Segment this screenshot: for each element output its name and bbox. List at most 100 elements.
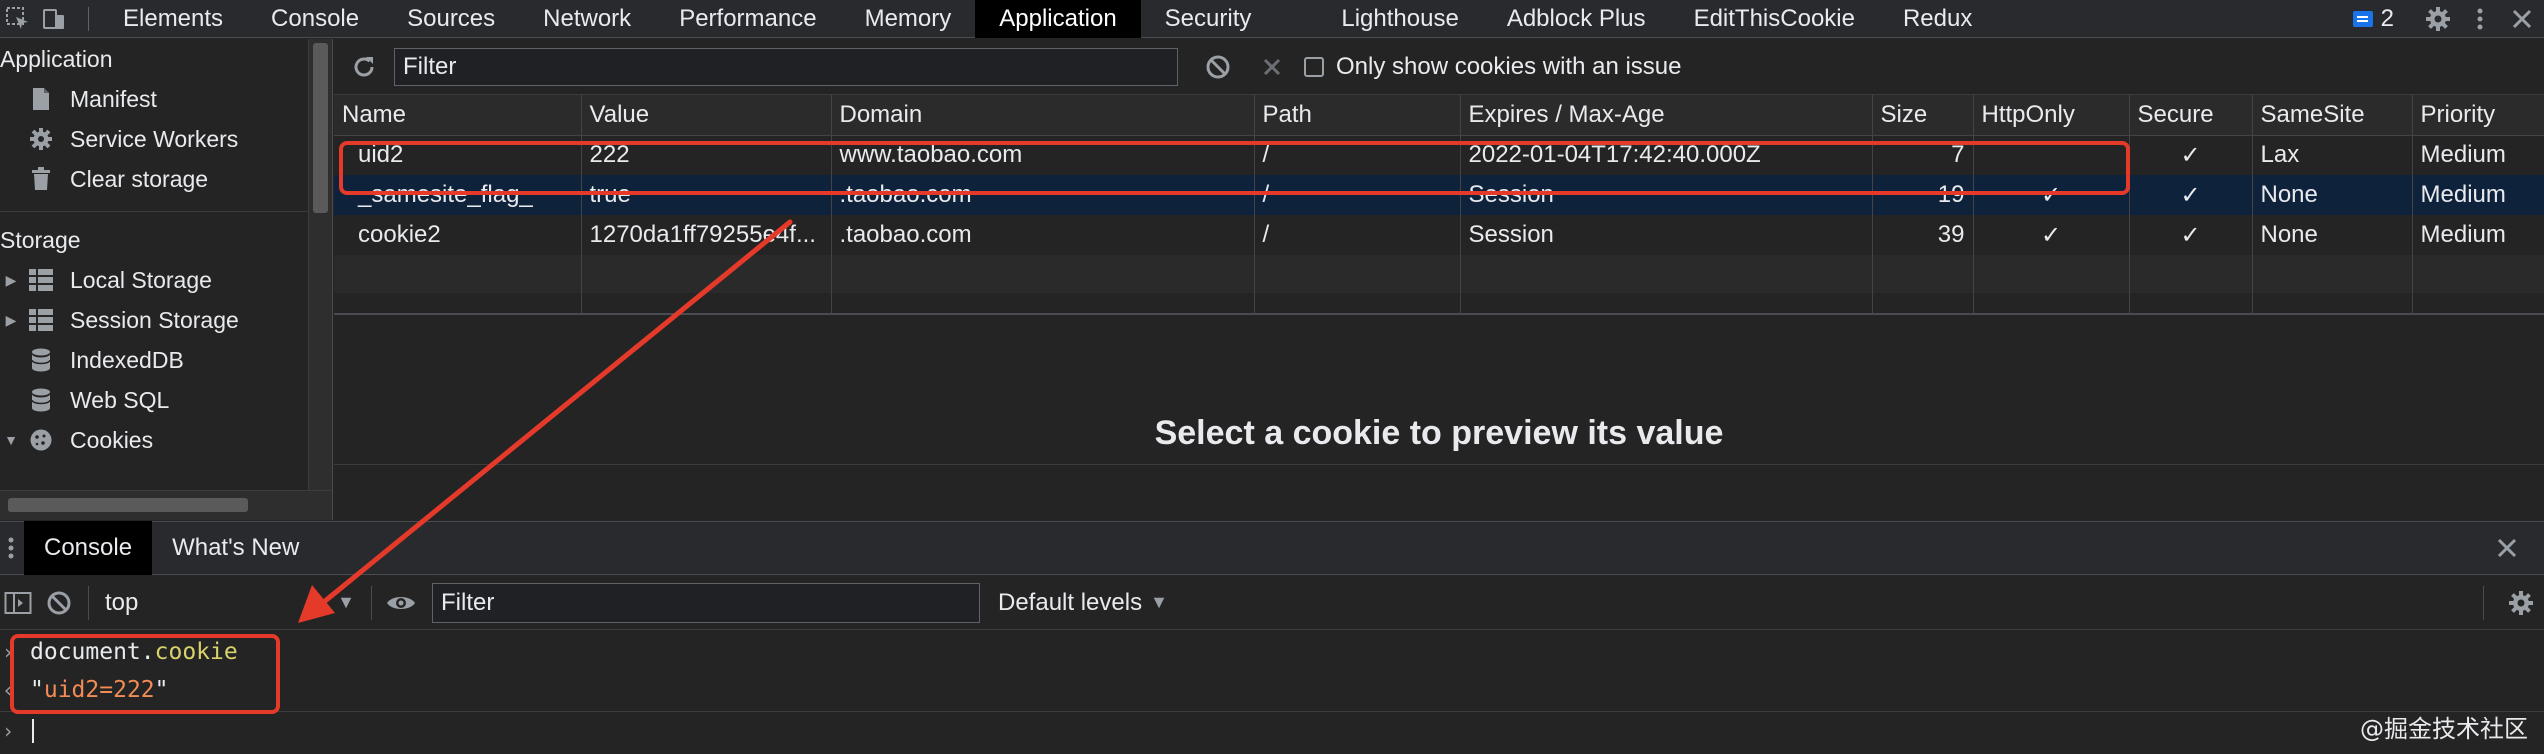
device-toolbar-icon[interactable] bbox=[36, 0, 72, 38]
clear-all-icon[interactable] bbox=[1198, 47, 1238, 87]
console-output[interactable]: › document. cookie ‹ " uid2=222 " › @掘金技术社区 bbox=[0, 631, 2544, 754]
console-input-line: › document. cookie bbox=[0, 633, 2544, 671]
cell-size: 39 bbox=[1872, 215, 1974, 255]
column-header-expires-max-age[interactable]: Expires / Max-Age bbox=[1460, 95, 1873, 136]
tab-editthiscookie[interactable]: EditThisCookie bbox=[1670, 0, 1879, 38]
sidebar-item-service-workers[interactable]: Service Workers bbox=[0, 119, 332, 159]
sidebar-item-label: Session Storage bbox=[70, 306, 239, 333]
column-header-domain[interactable]: Domain bbox=[831, 95, 1255, 136]
expand-arrow-icon[interactable]: ▶ bbox=[0, 272, 22, 289]
sidebar-item-local-storage[interactable]: ▶ Local Storage bbox=[0, 260, 332, 300]
show-sidebar-icon[interactable] bbox=[0, 576, 36, 630]
console-result-line: ‹ " uid2=222 " bbox=[2, 677, 169, 703]
close-devtools-icon[interactable] bbox=[2504, 0, 2540, 38]
more-options-icon[interactable] bbox=[2462, 0, 2498, 38]
tab-console[interactable]: Console bbox=[247, 0, 383, 38]
tab-network[interactable]: Network bbox=[519, 0, 655, 38]
column-header-name[interactable]: Name bbox=[334, 95, 582, 136]
column-header-httponly[interactable]: HttpOnly bbox=[1973, 95, 2130, 136]
column-header-secure[interactable]: Secure bbox=[2129, 95, 2253, 136]
tab-redux[interactable]: Redux bbox=[1879, 0, 1996, 38]
context-value: top bbox=[105, 588, 139, 616]
settings-gear-icon[interactable] bbox=[2420, 0, 2456, 38]
text-cursor bbox=[32, 718, 34, 743]
cookie-filter-input[interactable]: Filter bbox=[394, 47, 1178, 86]
panel-tabs: Elements Console Sources Network Performance… bbox=[99, 0, 1996, 38]
cell-httponly: ✓ bbox=[1973, 215, 2130, 255]
sidebar-item-indexeddb[interactable]: IndexedDB bbox=[0, 340, 332, 380]
only-issue-checkbox[interactable]: Only show cookies with an issue bbox=[1304, 53, 1682, 81]
cell-domain: .taobao.com bbox=[831, 215, 1255, 255]
levels-label: Default levels bbox=[998, 588, 1143, 616]
cookies-toolbar: Filter Only show cookies with an issue bbox=[334, 39, 2544, 95]
watermark: @掘金技术社区 bbox=[2360, 715, 2528, 743]
cookie-row[interactable]: cookie2 1270da1ff79255e4f... .taobao.com / S… bbox=[334, 215, 2544, 255]
document-icon bbox=[28, 86, 54, 112]
live-expression-eye-icon[interactable] bbox=[378, 576, 424, 630]
filter-placeholder: Filter bbox=[441, 588, 495, 616]
tab-adblock-plus[interactable]: Adblock Plus bbox=[1483, 0, 1670, 38]
collapse-arrow-icon[interactable]: ▼ bbox=[0, 432, 22, 448]
grid-icon bbox=[28, 267, 54, 293]
empty-row bbox=[334, 255, 2544, 293]
cookies-panel: Filter Only show cookies with an issue N… bbox=[334, 39, 2544, 520]
drawer-tab-console[interactable]: Console bbox=[24, 521, 153, 575]
cell-samesite: None bbox=[2252, 175, 2413, 215]
table-bottom-divider bbox=[334, 313, 2544, 315]
issues-badge[interactable]: 2 bbox=[2352, 5, 2394, 33]
sidebar-horizontal-scrollbar[interactable] bbox=[0, 490, 332, 520]
column-header-size[interactable]: Size bbox=[1872, 95, 1974, 136]
prompt-caret-icon: › bbox=[2, 718, 15, 743]
cookie-preview-message: Select a cookie to preview its value bbox=[1154, 414, 1724, 452]
scrollbar-thumb[interactable] bbox=[8, 498, 248, 512]
execution-context-select[interactable]: top ▼ bbox=[95, 583, 365, 623]
expand-arrow-icon[interactable]: ▶ bbox=[0, 312, 22, 329]
trash-icon bbox=[28, 166, 54, 192]
sidebar-item-session-storage[interactable]: ▶ Session Storage bbox=[0, 300, 332, 340]
tab-memory[interactable]: Memory bbox=[841, 0, 976, 38]
toolbar-divider bbox=[371, 585, 372, 620]
inspect-element-icon[interactable] bbox=[0, 0, 36, 38]
cell-priority: Medium bbox=[2412, 215, 2544, 255]
sidebar-item-manifest[interactable]: Manifest bbox=[0, 79, 332, 119]
only-issue-label: Only show cookies with an issue bbox=[1336, 52, 1682, 80]
column-header-value[interactable]: Value bbox=[581, 95, 832, 136]
refresh-icon[interactable] bbox=[344, 47, 384, 87]
close-drawer-icon[interactable] bbox=[2476, 521, 2538, 575]
sidebar-item-label: Manifest bbox=[70, 85, 157, 112]
console-filter-input[interactable]: Filter bbox=[432, 582, 980, 623]
tab-application[interactable]: Application bbox=[975, 0, 1141, 38]
drawer-tab-whats-new[interactable]: What's New bbox=[152, 521, 319, 575]
clear-console-icon[interactable] bbox=[36, 576, 82, 630]
tab-security[interactable]: Security bbox=[1141, 0, 1276, 38]
cell-priority: Medium bbox=[2412, 175, 2544, 215]
tab-sources[interactable]: Sources bbox=[383, 0, 519, 38]
cell-samesite: None bbox=[2252, 215, 2413, 255]
column-header-priority[interactable]: Priority bbox=[2412, 95, 2544, 136]
tab-lighthouse[interactable]: Lighthouse bbox=[1317, 0, 1482, 38]
cell-samesite: Lax bbox=[2252, 135, 2413, 175]
annotation-box-console bbox=[10, 634, 280, 714]
scrollbar-thumb[interactable] bbox=[313, 43, 328, 213]
console-settings-gear-icon[interactable] bbox=[2498, 576, 2544, 630]
delete-selected-icon[interactable] bbox=[1252, 47, 1292, 87]
cell-name: cookie2 bbox=[334, 215, 582, 255]
checkbox-box[interactable] bbox=[1304, 56, 1324, 77]
sidebar-item-web-sql[interactable]: Web SQL bbox=[0, 380, 332, 420]
toolbar-divider bbox=[2483, 585, 2484, 620]
sidebar-item-clear-storage[interactable]: Clear storage bbox=[0, 159, 332, 199]
tab-elements[interactable]: Elements bbox=[99, 0, 247, 38]
tab-performance[interactable]: Performance bbox=[655, 0, 840, 38]
cookies-table: Name Value Domain Path Expires / Max-Age Size… bbox=[334, 95, 2544, 313]
database-icon bbox=[28, 387, 54, 413]
sidebar-vertical-scrollbar[interactable] bbox=[308, 39, 332, 519]
column-header-samesite[interactable]: SameSite bbox=[2252, 95, 2413, 136]
cookie-icon bbox=[28, 427, 54, 453]
column-header-path[interactable]: Path bbox=[1254, 95, 1461, 136]
log-levels-dropdown[interactable]: Default levels ▼ bbox=[998, 589, 1168, 617]
console-prompt[interactable]: › bbox=[0, 711, 2544, 749]
toolbar-divider bbox=[88, 6, 89, 31]
drawer-menu-icon[interactable] bbox=[0, 521, 24, 575]
gear-icon bbox=[28, 126, 54, 152]
sidebar-item-cookies[interactable]: ▼ Cookies bbox=[0, 420, 332, 460]
